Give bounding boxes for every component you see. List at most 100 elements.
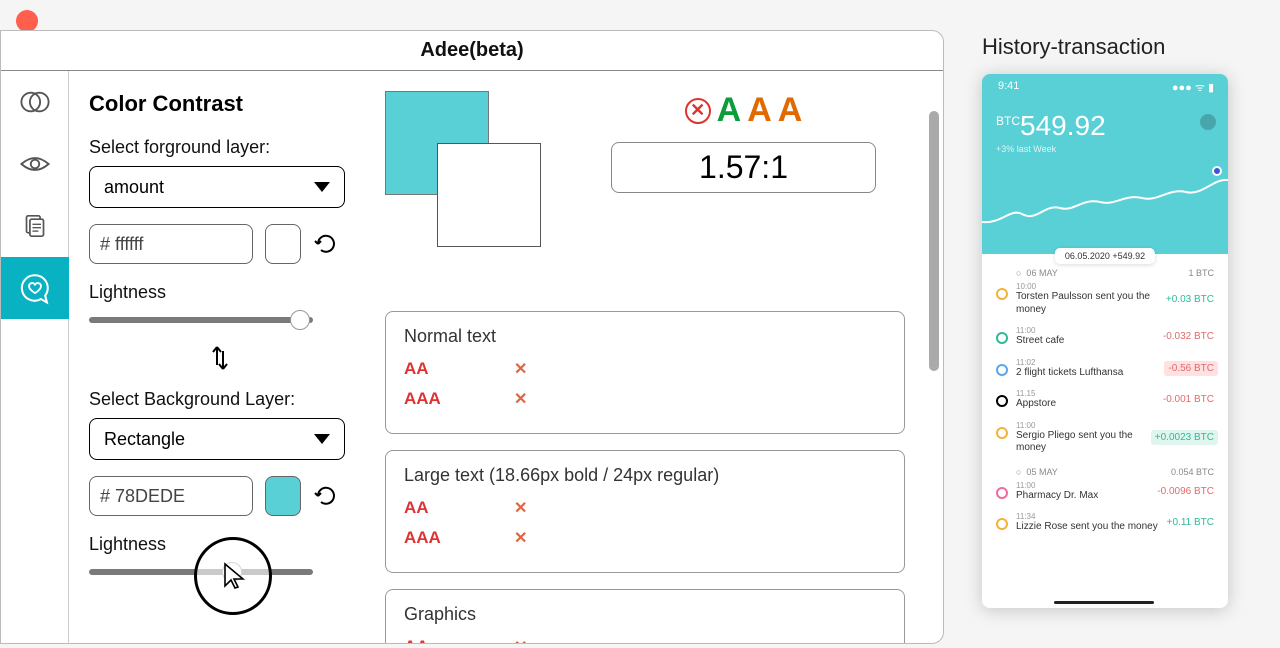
swap-fg-bg-button[interactable]	[89, 343, 351, 373]
tx-desc: Street cafe	[1016, 335, 1159, 348]
transaction-list: ○ 06 MAY1 BTC10:00Torsten Paulsson sent …	[982, 264, 1228, 608]
tx-bullet-icon	[996, 427, 1008, 439]
tx-time: 11:00	[1016, 481, 1153, 490]
chevron-down-icon	[314, 434, 330, 444]
tx-bullet-icon	[996, 395, 1008, 407]
contrast-controls: Color Contrast Select forground layer: a…	[89, 91, 351, 595]
overlap-circles-icon	[18, 85, 52, 119]
section-title: Color Contrast	[89, 91, 351, 117]
compliance-card-title: Normal text	[404, 326, 886, 347]
fg-hex-input[interactable]: # ffffff	[89, 224, 253, 264]
chart-point-marker	[1212, 166, 1222, 176]
tool-rail	[1, 71, 69, 643]
sidebar-item-contrast[interactable]	[1, 71, 69, 133]
compliance-row: AAA ✕	[404, 389, 886, 409]
tx-desc: 2 flight tickets Lufthansa	[1016, 367, 1164, 380]
currency-label: BTC	[996, 114, 1020, 128]
tx-row[interactable]: 11:022 flight tickets Lufthansa-0.56 BTC	[982, 356, 1228, 388]
home-indicator	[1054, 601, 1154, 604]
fg-reset-button[interactable]	[313, 232, 337, 256]
tx-time: 11:34	[1016, 512, 1163, 521]
tx-row[interactable]: 11:00Sergio Pliego sent you the money+0.…	[982, 419, 1228, 463]
eye-icon	[18, 147, 52, 181]
avatar	[1200, 114, 1216, 130]
sidebar-item-visibility[interactable]	[1, 133, 69, 195]
tx-bullet-icon	[996, 518, 1008, 530]
status-bar: 9:41 ●●● ᯤ ▮	[998, 80, 1214, 95]
compliance-card-title: Large text (18.66px bold / 24px regular)	[404, 465, 886, 486]
tx-row[interactable]: 11:00Pharmacy Dr. Max-0.0096 BTC	[982, 479, 1228, 511]
bg-layer-value: Rectangle	[104, 429, 185, 450]
tx-time: 10:00	[1016, 282, 1162, 291]
signal-wifi-battery-icon: ●●● ᯤ ▮	[1172, 80, 1214, 95]
compliance-row: AA ✕	[404, 498, 886, 518]
undo-icon	[313, 484, 337, 508]
tx-bullet-icon	[996, 332, 1008, 344]
bg-reset-button[interactable]	[313, 484, 337, 508]
tx-desc: Pharmacy Dr. Max	[1016, 490, 1153, 503]
compliance-card: GraphicsAA✕AAA✕	[385, 589, 905, 644]
aaa-indicator: ✕ A A A	[611, 91, 876, 130]
tx-day-header: ○ 05 MAY0.054 BTC	[982, 463, 1228, 479]
tx-day-header: ○ 06 MAY1 BTC	[982, 264, 1228, 280]
bg-lightness-label: Lightness	[89, 534, 351, 555]
contrast-ratio: 1.57:1	[611, 142, 876, 193]
compliance-level: AA	[404, 637, 444, 644]
fg-layer-select[interactable]: amount	[89, 166, 345, 208]
bg-layer-select[interactable]: Rectangle	[89, 418, 345, 460]
tx-row[interactable]: 10:00Torsten Paulsson sent you the money…	[982, 280, 1228, 324]
compliance-level: AAA	[404, 528, 444, 548]
tx-amount: -0.001 BTC	[1159, 392, 1218, 407]
balance-subtitle: +3% last Week	[996, 144, 1056, 154]
sidebar-item-feedback[interactable]	[1, 257, 69, 319]
compliance-state: ✕	[514, 637, 527, 644]
tx-desc: Sergio Pliego sent you the money	[1016, 430, 1151, 455]
tx-time: 11.15	[1016, 389, 1159, 398]
compliance-state: ✕	[514, 359, 527, 379]
tx-row[interactable]: 11.15Appstore-0.001 BTC	[982, 387, 1228, 419]
adee-window: Adee(beta) Color Contrast Select forgrou…	[0, 30, 944, 644]
tx-time: 11:00	[1016, 326, 1159, 335]
compliance-card-title: Graphics	[404, 604, 886, 625]
tx-bullet-icon	[996, 364, 1008, 376]
tx-amount: -0.0096 BTC	[1153, 484, 1218, 499]
contrast-results: ✕ A A A 1.57:1 Normal textAA✕AAA✕Large t…	[385, 91, 905, 644]
artboard-title: History-transaction	[982, 34, 1242, 60]
fg-label: Select forground layer:	[89, 137, 351, 158]
tx-desc: Torsten Paulsson sent you the money	[1016, 291, 1162, 316]
tx-amount: +0.11 BTC	[1163, 515, 1218, 530]
compliance-card: Normal text AA ✕ AAA ✕	[385, 311, 905, 434]
tx-row[interactable]: 11:00Street cafe-0.032 BTC	[982, 324, 1228, 356]
fail-badge-icon: ✕	[685, 98, 711, 124]
bg-label: Select Background Layer:	[89, 389, 351, 410]
bg-preview-square	[437, 143, 541, 247]
sidebar-item-docs[interactable]	[1, 195, 69, 257]
phone-header: 9:41 ●●● ᯤ ▮ BTC 549.92 +3% last Week 06…	[982, 74, 1228, 254]
design-canvas: History-transaction 9:41 ●●● ᯤ ▮ BTC 549…	[982, 34, 1242, 608]
fg-swatch[interactable]	[265, 224, 301, 264]
titlebar: Adee(beta)	[1, 31, 943, 71]
tx-desc: Lizzie Rose sent you the money	[1016, 521, 1163, 534]
compliance-row: AAA✕	[404, 528, 886, 548]
scrollbar[interactable]	[929, 111, 939, 371]
compliance-state: ✕	[514, 498, 527, 518]
compliance-level: AA	[404, 498, 444, 518]
compliance-level: AA	[404, 359, 444, 379]
fg-layer-value: amount	[104, 177, 164, 198]
swap-vertical-icon	[208, 343, 232, 373]
bg-lightness-slider[interactable]	[89, 569, 313, 575]
bg-swatch[interactable]	[265, 476, 301, 516]
tx-amount: +0.0023 BTC	[1151, 430, 1218, 445]
compliance-level: AAA	[404, 389, 444, 409]
tx-bullet-icon	[996, 288, 1008, 300]
compliance-row: AA ✕	[404, 637, 886, 644]
balance-value: 549.92	[1020, 110, 1106, 142]
tx-row[interactable]: 11:34Lizzie Rose sent you the money+0.11…	[982, 510, 1228, 542]
compliance-card: Large text (18.66px bold / 24px regular)…	[385, 450, 905, 573]
compliance-state: ✕	[514, 389, 527, 409]
window-close-button[interactable]	[16, 10, 38, 32]
fg-lightness-slider[interactable]	[89, 317, 313, 323]
fg-lightness-label: Lightness	[89, 282, 351, 303]
bg-hex-input[interactable]: # 78DEDE	[89, 476, 253, 516]
balance-sparkline	[982, 174, 1228, 234]
